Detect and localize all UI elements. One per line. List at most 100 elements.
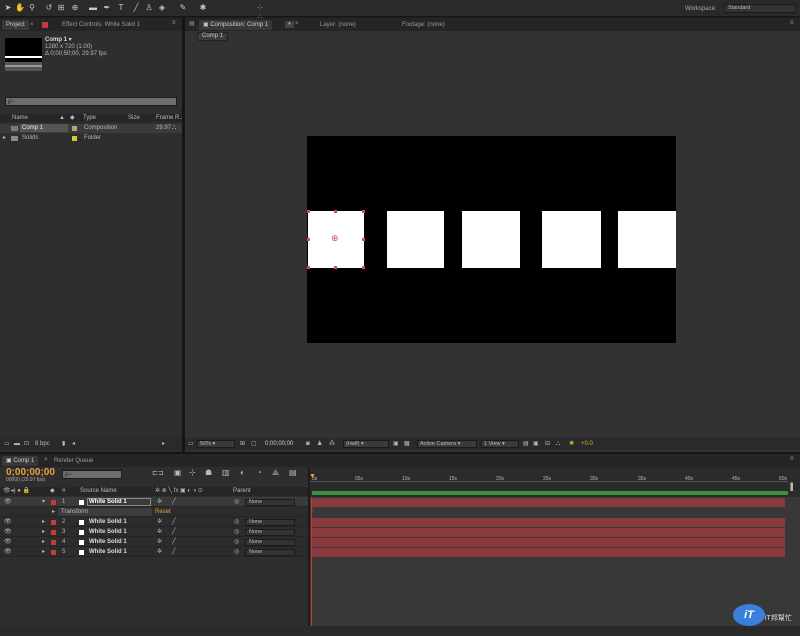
close-icon[interactable]: × — [44, 457, 48, 463]
layer-label-chip[interactable] — [51, 550, 56, 555]
quality-switch-icon[interactable]: ╱ — [172, 548, 176, 556]
layer-label-chip[interactable] — [51, 530, 56, 535]
close-icon[interactable]: × — [30, 22, 34, 28]
col-source-name[interactable]: Source Name — [80, 487, 117, 495]
pickwhip-icon[interactable]: ◎ — [234, 528, 239, 536]
comp-menu-dropdown[interactable]: ▾ — [285, 21, 294, 28]
label-color-chip[interactable] — [72, 136, 77, 141]
hand-tool-icon[interactable]: ✋ — [15, 3, 25, 13]
project-search-input[interactable]: ρ− — [5, 97, 177, 106]
parent-dropdown[interactable]: None — [245, 499, 295, 506]
col-size[interactable]: Size — [128, 114, 140, 122]
parent-dropdown[interactable]: None — [245, 549, 295, 556]
visibility-icon[interactable]: 👁 — [4, 548, 12, 556]
toggle-pixel-aspect-icon[interactable]: ▤ — [523, 440, 529, 448]
pan-behind-tool-icon[interactable]: ⊕ — [70, 3, 80, 13]
layer-name[interactable]: White Solid 1 — [89, 518, 127, 526]
workspace-dropdown[interactable]: Standard — [724, 4, 796, 13]
visibility-icon[interactable]: 👁 — [4, 498, 12, 506]
comp-canvas[interactable]: ⊕ — [307, 136, 676, 343]
visibility-icon[interactable]: 👁 — [4, 518, 12, 526]
white-solid-2[interactable] — [387, 211, 444, 268]
view-layout-dropdown[interactable]: 1 View ▾ — [481, 440, 519, 448]
list-item[interactable]: ▸ Solids Folder — [0, 134, 182, 143]
anchor-point-icon[interactable]: ⊕ — [331, 234, 339, 243]
flowchart-icon[interactable]: ⛬ — [556, 440, 560, 448]
selection-handle[interactable] — [362, 238, 365, 241]
always-preview-icon[interactable]: ▭ — [188, 440, 194, 448]
col-frame-rate[interactable]: Frame R... — [156, 114, 184, 122]
layer-name[interactable]: White Solid 1 — [87, 498, 151, 506]
collapse-switch-icon[interactable]: ✲ — [157, 548, 162, 556]
quality-switch-icon[interactable]: ╱ — [172, 528, 176, 536]
transparency-grid-icon[interactable]: ▦ — [404, 440, 410, 448]
rectangle-tool-icon[interactable]: ▬ — [88, 3, 98, 13]
layer-duration-bar[interactable] — [312, 538, 785, 547]
tab-effect-controls[interactable]: Effect Controls: White Solid 1 — [58, 20, 144, 30]
brainstorm-icon[interactable]: ◔ — [257, 469, 262, 477]
pickwhip-icon[interactable]: ◎ — [234, 548, 239, 556]
pickwhip-icon[interactable]: ◎ — [234, 498, 239, 506]
expand-arrow-icon[interactable]: ▸ — [42, 528, 45, 536]
timeline-icon[interactable]: ⊟ — [545, 440, 550, 448]
shy-layers-icon[interactable]: ☗ — [205, 469, 212, 477]
panel-menu-icon[interactable]: ≡ — [172, 20, 176, 26]
pickwhip-icon[interactable]: ◎ — [234, 518, 239, 526]
tab-project[interactable]: Project — [2, 20, 29, 30]
expand-arrow-icon[interactable]: ▸ — [42, 538, 45, 546]
selection-handle[interactable] — [362, 266, 365, 269]
quality-switch-icon[interactable]: ╱ — [172, 498, 176, 506]
parent-dropdown[interactable]: None — [245, 519, 295, 526]
resolution-dropdown[interactable]: (Half) ▾ — [343, 440, 389, 448]
collapse-switch-icon[interactable]: ✲ — [157, 528, 162, 536]
roto-brush-tool-icon[interactable]: ✎ — [178, 3, 188, 13]
timeline-search-input[interactable]: ρ− — [62, 470, 122, 479]
lock-icon[interactable]: ▤ — [189, 20, 195, 27]
white-solid-4[interactable] — [542, 211, 601, 268]
work-area-bar[interactable] — [312, 491, 788, 495]
channel-icon[interactable]: ⁂ — [329, 440, 335, 448]
scroll-left-icon[interactable]: ◂ — [72, 440, 75, 448]
layer-row[interactable]: 👁 ▸ 2 White Solid 1 ✲ ╱ ◎ None — [0, 517, 308, 527]
tab-render-queue[interactable]: Render Queue — [50, 456, 97, 466]
breadcrumb[interactable]: Comp 1 — [197, 32, 229, 41]
camera-tool-icon[interactable]: ⊞ — [56, 3, 66, 13]
new-comp-icon[interactable]: ⊡ — [24, 440, 29, 448]
flowchart-icon[interactable]: ⛬ — [172, 124, 176, 132]
layer-duration-bar[interactable] — [312, 518, 785, 527]
transform-row[interactable]: ▸ Transform Reset — [0, 507, 308, 517]
list-item[interactable]: Comp 1 Composition 29.97 ⛬ — [0, 124, 182, 133]
snapshot-icon[interactable]: ◙ — [306, 440, 310, 448]
selection-handle[interactable] — [307, 266, 310, 269]
scroll-right-icon[interactable]: ▸ — [162, 440, 165, 448]
mini-flowchart-icon[interactable]: ⊏⊐ — [152, 470, 164, 478]
layer-row[interactable]: 👁 ▸ 5 White Solid 1 ✲ ╱ ◎ None — [0, 547, 308, 557]
draft-3d-icon[interactable]: ⊹ — [189, 469, 196, 477]
layer-label-chip[interactable] — [51, 500, 56, 505]
exposure-value[interactable]: +0.0 — [581, 440, 593, 448]
layer-name[interactable]: White Solid 1 — [89, 528, 127, 536]
zoom-tool-icon[interactable]: ⚲ — [27, 3, 37, 13]
expand-arrow-icon[interactable]: ▸ — [3, 134, 6, 142]
layer-row[interactable]: 👁 ▾ 1 White Solid 1 ✲ ╱ ◎ None — [0, 497, 308, 507]
col-name[interactable]: Name — [12, 114, 28, 122]
mask-visibility-icon[interactable]: ▢ — [251, 440, 257, 448]
quality-switch-icon[interactable]: ╱ — [172, 518, 176, 526]
expand-arrow-icon[interactable]: ▸ — [42, 548, 45, 556]
selection-handle[interactable] — [362, 210, 365, 213]
col-type[interactable]: Type — [83, 114, 96, 122]
close-icon[interactable]: × — [295, 21, 299, 27]
exposure-icon[interactable]: ✺ — [569, 440, 574, 448]
tab-composition[interactable]: ▣ Composition: Comp 1 — [199, 20, 273, 30]
pickwhip-icon[interactable]: ◎ — [234, 538, 239, 546]
layer-name[interactable]: White Solid 1 — [89, 538, 127, 546]
work-area-end-handle[interactable]: ▐ — [788, 484, 793, 492]
parent-dropdown[interactable]: None — [245, 529, 295, 536]
layer-duration-bar[interactable] — [312, 528, 785, 537]
color-depth[interactable]: 8 bpc — [35, 440, 50, 448]
fast-previews-icon[interactable]: ▣ — [533, 440, 539, 448]
time-ruler[interactable] — [310, 467, 800, 497]
camera-dropdown[interactable]: Active Camera ▾ — [417, 440, 477, 448]
auto-keyframe-icon[interactable]: ▤ — [289, 469, 297, 477]
current-time-indicator[interactable]: ▼ — [309, 473, 316, 480]
